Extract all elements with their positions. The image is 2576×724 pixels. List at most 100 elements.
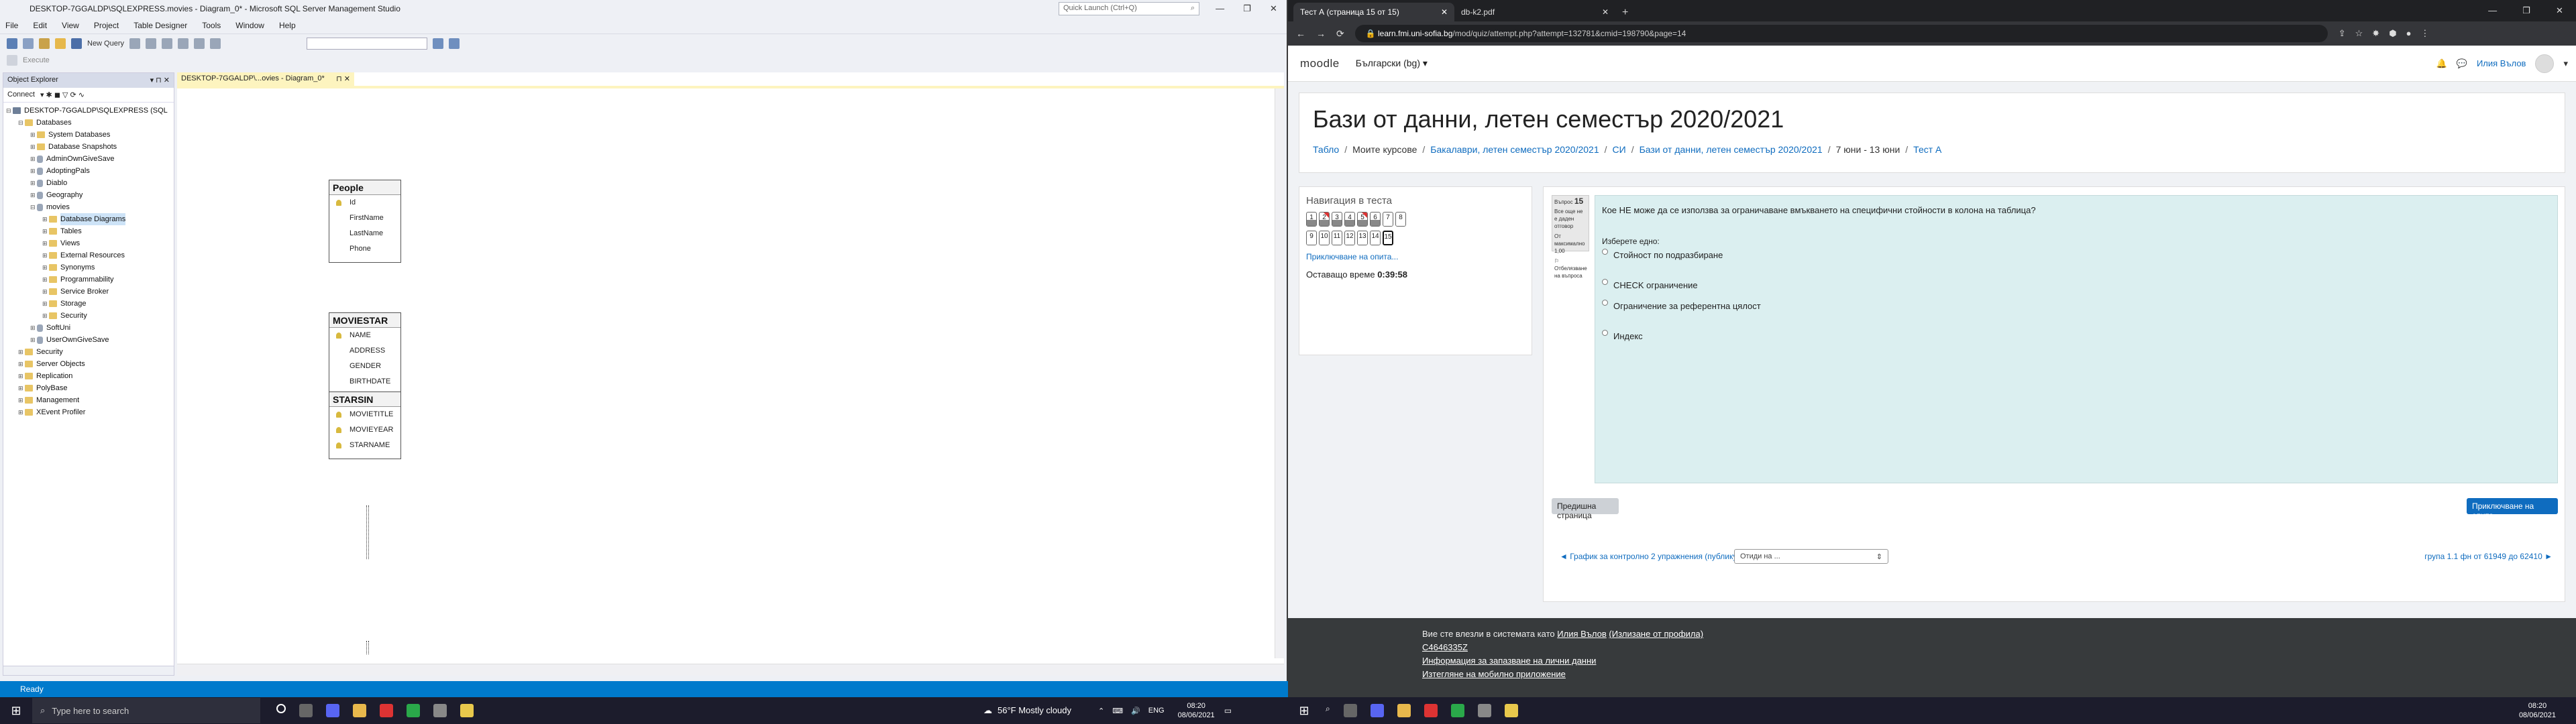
quiz-nav-button[interactable]: 5 <box>1357 212 1368 227</box>
collapse-icon[interactable]: ⊟ <box>18 117 25 129</box>
menu-file[interactable]: File <box>5 21 18 30</box>
answer-option-label[interactable]: CHECK ограничение <box>1613 280 1698 290</box>
radio-button[interactable] <box>1602 249 1608 255</box>
maximize-icon[interactable]: ❐ <box>1243 3 1251 14</box>
sticky-notes-icon[interactable] <box>1504 704 1518 717</box>
diagram-column[interactable]: GENDER <box>329 359 400 374</box>
menu-help[interactable]: Help <box>279 21 296 30</box>
close-icon[interactable]: ✕ <box>1602 7 1609 17</box>
undo-icon[interactable] <box>194 38 205 49</box>
diagram-table-title[interactable]: STARSIN <box>329 392 400 407</box>
tree-node[interactable]: ⊞ SoftUni <box>3 322 174 334</box>
reload-icon[interactable]: ⟳ <box>1336 28 1344 40</box>
tree-node[interactable]: ⊟ movies <box>3 201 174 213</box>
app-icon[interactable] <box>407 704 420 717</box>
horizontal-scrollbar[interactable] <box>3 666 174 675</box>
tree-node[interactable]: ⊞ Storage <box>3 298 174 310</box>
breadcrumb-si[interactable]: СИ <box>1613 144 1626 155</box>
answer-option[interactable]: Индекс <box>1602 330 2551 341</box>
diagram-column[interactable]: NAME <box>329 328 400 343</box>
relationship-line[interactable] <box>366 641 369 654</box>
discord-icon[interactable] <box>1370 704 1384 717</box>
tree-node[interactable]: ⊞ Server Objects <box>3 358 174 370</box>
tree-node[interactable]: ⊞ Synonyms <box>3 261 174 274</box>
back-icon[interactable]: ← <box>1296 28 1305 39</box>
tree-node[interactable]: ⊟ DESKTOP-7GGALDP\SQLEXPRESS (SQL <box>3 105 174 117</box>
quiz-nav-button[interactable]: 9 <box>1306 231 1317 245</box>
app-icon[interactable] <box>1450 704 1464 717</box>
tree-node[interactable]: ⊞ PolyBase <box>3 382 174 394</box>
search-icon[interactable]: ⌕ <box>1326 704 1330 717</box>
breadcrumb-dashboard[interactable]: Табло <box>1313 144 1339 155</box>
tree-node[interactable]: ⊞ XEvent Profiler <box>3 406 174 418</box>
finish-attempt-link[interactable]: Приключване на опита... <box>1306 252 1525 261</box>
expand-icon[interactable]: ⊞ <box>42 213 49 225</box>
expand-icon[interactable]: ⊞ <box>42 274 49 286</box>
expand-icon[interactable]: ⊞ <box>18 394 25 406</box>
chat-icon[interactable]: 💬 <box>2457 58 2467 69</box>
chrome-icon[interactable] <box>380 704 393 717</box>
quiz-nav-button[interactable]: 13 <box>1357 231 1368 245</box>
quick-launch-input[interactable]: Quick Launch (Ctrl+Q) ⌕ <box>1059 2 1199 15</box>
expand-icon[interactable]: ⊞ <box>18 358 25 370</box>
file-explorer-icon[interactable] <box>353 704 366 717</box>
tree-node[interactable]: ⊞ Database Snapshots <box>3 141 174 153</box>
chevron-down-icon[interactable]: ▾ <box>2563 58 2568 69</box>
finish-attempt-button[interactable]: Приключване на опита... <box>2467 498 2558 520</box>
breadcrumb-course[interactable]: Бази от данни, летен семестър 2020/2021 <box>1640 144 1823 155</box>
tree-node[interactable]: ⊟ Databases <box>3 117 174 129</box>
new-query-button[interactable]: New Query <box>87 40 124 48</box>
tools-icon[interactable] <box>449 38 460 49</box>
ssms-icon[interactable] <box>433 704 447 717</box>
expand-icon[interactable]: ⊞ <box>18 346 25 358</box>
expand-icon[interactable]: ⊞ <box>42 225 49 237</box>
network-icon[interactable]: ⌨ <box>1112 707 1123 715</box>
expand-icon[interactable]: ⊞ <box>30 153 37 165</box>
diagram-column[interactable]: MOVIETITLE <box>329 407 400 422</box>
expand-icon[interactable]: ⊞ <box>18 370 25 382</box>
chrome-icon[interactable] <box>1424 704 1438 717</box>
expand-icon[interactable]: ⊞ <box>42 249 49 261</box>
quiz-nav-button[interactable]: 15 <box>1383 231 1393 245</box>
diagram-column[interactable]: FirstName <box>329 210 400 226</box>
new-tab-icon[interactable]: + <box>1615 4 1635 21</box>
clock[interactable]: 08:20 08/06/2021 <box>2519 701 2556 720</box>
tab-diagram[interactable]: DESKTOP-7GGALDP\...ovies - Diagram_0* ⊓ … <box>177 72 354 86</box>
breadcrumb-week[interactable]: 7 юни - 13 юни <box>1836 144 1900 155</box>
expand-icon[interactable]: ⊞ <box>18 382 25 394</box>
quiz-nav-button[interactable]: 11 <box>1332 231 1342 245</box>
pin-icon[interactable]: ▾ ⊓ ✕ <box>150 76 170 85</box>
discord-icon[interactable] <box>326 704 339 717</box>
expand-icon[interactable]: ⊞ <box>30 129 37 141</box>
menu-project[interactable]: Project <box>94 21 119 30</box>
windows-start-icon[interactable]: ⊞ <box>0 704 32 718</box>
close-icon[interactable]: ✕ <box>2556 5 2563 16</box>
jump-to-select[interactable]: Отиди на ... ⇕ <box>1734 549 1888 564</box>
moodle-logo[interactable]: moodle <box>1300 57 1340 70</box>
forward-icon[interactable] <box>23 38 34 49</box>
quiz-nav-button[interactable]: 8 <box>1395 212 1406 227</box>
diagram-column[interactable]: ADDRESS <box>329 343 400 359</box>
puzzle-icon[interactable]: ⬢ <box>2389 28 2396 39</box>
tree-node[interactable]: ⊞ AdminOwnGiveSave <box>3 153 174 165</box>
expand-icon[interactable]: ⊞ <box>30 189 37 201</box>
diagram-canvas[interactable]: People Id FirstName LastName Phone MOVIESTAR N… <box>177 88 1275 658</box>
star-icon[interactable]: ☆ <box>2355 28 2363 39</box>
windows-start-icon[interactable]: ⊞ <box>1288 704 1320 718</box>
quiz-nav-button[interactable]: 2 <box>1319 212 1330 227</box>
execute-button[interactable]: Execute <box>23 56 50 64</box>
quiz-nav-button[interactable]: 1 <box>1306 212 1317 227</box>
radio-button[interactable] <box>1602 279 1608 285</box>
notifications-icon[interactable]: ▭ <box>1224 706 1232 715</box>
mobile-app-link[interactable]: Изтегляне на мобилно приложение <box>1422 668 2576 681</box>
quiz-nav-button[interactable]: 14 <box>1370 231 1381 245</box>
connect-button[interactable]: Connect <box>7 90 35 99</box>
ssms-icon[interactable] <box>1477 704 1491 717</box>
expand-icon[interactable]: ⊞ <box>30 322 37 334</box>
url-input[interactable]: 🔒 learn.fmi.uni-sofia.bg/mod/quiz/attemp… <box>1354 25 2328 42</box>
close-icon[interactable]: ✕ <box>1270 3 1277 14</box>
diagram-column[interactable]: Id <box>329 195 400 210</box>
logout-link[interactable]: (Излизане от профила) <box>1609 629 1703 639</box>
answer-option[interactable]: Ограничение за референтна цялост <box>1602 300 2551 311</box>
diagram-table-title[interactable]: People <box>329 180 400 195</box>
